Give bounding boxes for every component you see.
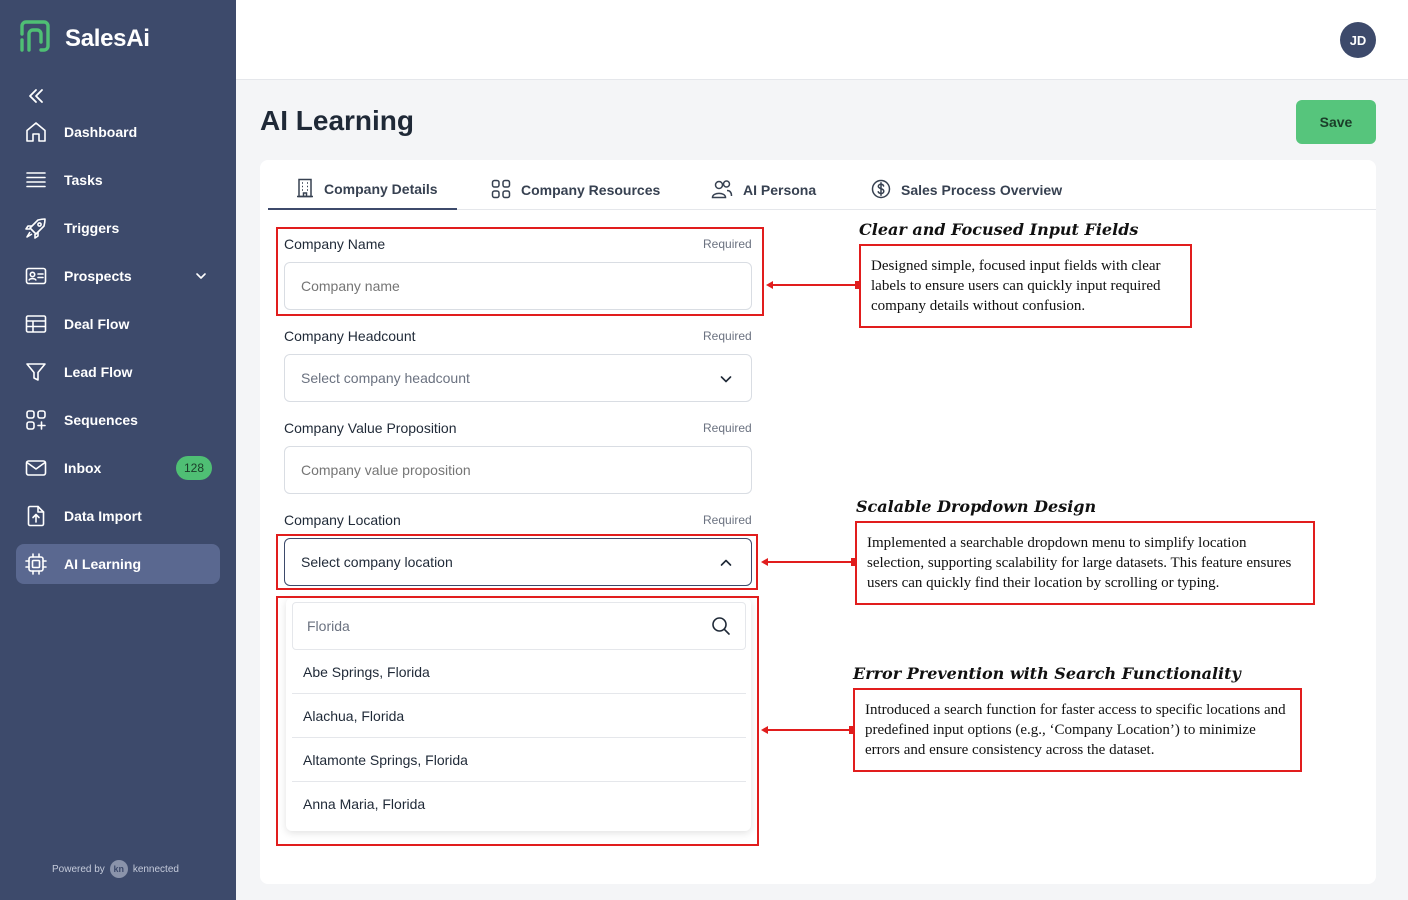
sidebar-item-inbox[interactable]: Inbox 128 [16,448,220,488]
grid-plus-icon [24,408,48,432]
sidebar-item-prospects[interactable]: Prospects [16,256,220,296]
sidebar: SalesAi Dashboard Tasks Triggers Prospec… [0,0,236,900]
select-placeholder: Select company headcount [301,370,470,386]
sidebar-item-label: Prospects [64,268,132,284]
home-icon [24,120,48,144]
chip-icon [24,552,48,576]
tab-label: Company Resources [521,182,661,198]
tab-sales-process-overview[interactable]: Sales Process Overview [871,170,1062,210]
annotation-arrow-line [767,729,852,731]
file-upload-icon [24,504,48,528]
powered-by-text: Powered by [52,863,105,875]
company-value-prop-label: Company Value Proposition [284,420,457,436]
tab-bar: Company Details Company Resources AI Per… [268,170,1376,210]
tab-company-details[interactable]: Company Details [268,170,457,210]
grid-icon [491,179,511,202]
annotation-note: Designed simple, focused input fields wi… [859,244,1192,328]
sidebar-item-tasks[interactable]: Tasks [16,160,220,200]
sidebar-item-sequences[interactable]: Sequences [16,400,220,440]
rocket-icon [24,216,48,240]
company-headcount-label: Company Headcount [284,328,416,344]
required-label: Required [703,513,752,527]
building-icon [296,178,314,201]
annotation-title: Error Prevention with Search Functionali… [853,664,1241,683]
salesai-logo-icon [19,20,51,57]
chevron-down-icon [719,372,733,389]
contact-card-icon [24,264,48,288]
tab-company-resources[interactable]: Company Resources [491,170,660,210]
sidebar-item-deal-flow[interactable]: Deal Flow [16,304,220,344]
sidebar-item-triggers[interactable]: Triggers [16,208,220,248]
sidebar-item-label: Inbox [64,460,102,476]
mail-icon [24,456,48,480]
annotation-highlight-company-name [276,227,764,316]
collapse-sidebar-icon[interactable] [26,86,46,106]
annotation-arrow-line [767,561,854,563]
annotation-title: Clear and Focused Input Fields [859,220,1139,239]
sidebar-item-label: Deal Flow [64,316,130,332]
annotation-note: Introduced a search function for faster … [853,688,1302,772]
sidebar-nav: Dashboard Tasks Triggers Prospects Deal … [16,112,220,592]
avatar[interactable]: JD [1340,22,1376,58]
annotation-note: Implemented a searchable dropdown menu t… [855,521,1315,605]
tab-label: AI Persona [743,182,817,198]
table-icon [24,312,48,336]
annotation-title: Scalable Dropdown Design [856,497,1097,516]
company-value-prop-input[interactable] [284,446,752,494]
kennected-logo-icon: kn [109,860,128,878]
sidebar-item-data-import[interactable]: Data Import [16,496,220,536]
page-title: AI Learning [260,105,415,136]
tab-label: Sales Process Overview [901,182,1063,198]
company-headcount-select[interactable]: Select company headcount [284,354,752,402]
annotation-highlight-location-select [276,534,758,590]
list-icon [24,168,48,192]
annotation-arrow-line [772,284,858,286]
sidebar-item-label: Data Import [64,508,142,524]
tab-ai-persona[interactable]: AI Persona [711,170,816,210]
powered-by-brand: kennected [132,863,179,875]
funnel-icon [24,360,48,384]
app-name: SalesAi [65,24,150,52]
tab-label: Company Details [324,181,438,197]
brand[interactable]: SalesAi [19,20,150,57]
sidebar-item-label: Tasks [64,172,103,188]
top-bar: JD [236,0,1408,80]
sidebar-item-label: Lead Flow [64,364,133,380]
chevron-down-icon[interactable] [194,269,208,288]
powered-by: Powered by kn kennected [52,860,179,878]
sidebar-item-lead-flow[interactable]: Lead Flow [16,352,220,392]
save-button[interactable]: Save [1296,100,1376,144]
sidebar-item-ai-learning[interactable]: AI Learning [16,544,220,584]
users-icon [711,179,733,202]
required-label: Required [703,329,752,343]
sidebar-item-label: Triggers [64,220,120,236]
sidebar-item-label: Sequences [64,412,138,428]
inbox-count-badge: 128 [175,456,212,480]
sidebar-item-label: AI Learning [64,556,142,572]
sidebar-item-dashboard[interactable]: Dashboard [16,112,220,152]
required-label: Required [703,421,752,435]
annotation-highlight-dropdown [276,596,759,846]
sidebar-item-label: Dashboard [64,124,138,140]
dollar-circle-icon [871,179,891,202]
company-location-label: Company Location [284,512,401,528]
